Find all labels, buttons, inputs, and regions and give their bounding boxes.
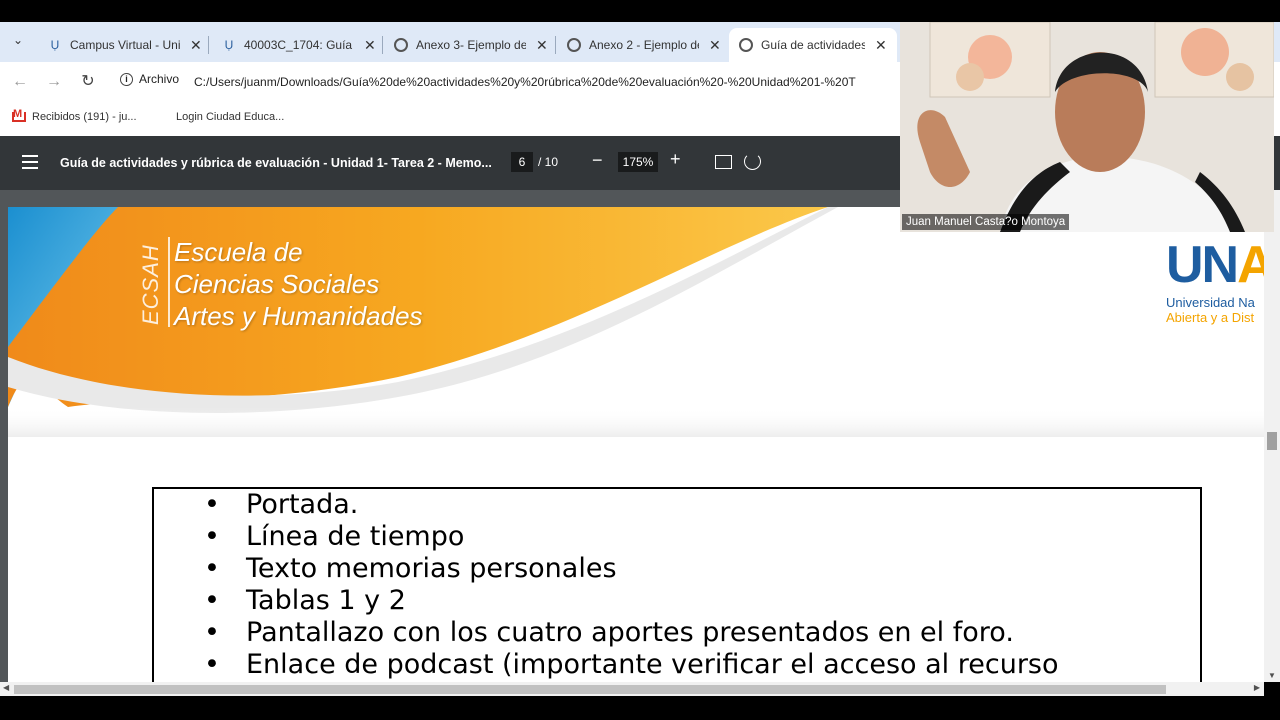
list-item: Tablas 1 y 2 (204, 585, 1059, 617)
tab-title: Guía de actividades y (761, 38, 865, 52)
unad-logo: UNA Universidad Na Abierta y a Dist (1166, 235, 1264, 325)
globe-icon (739, 38, 753, 52)
list-item: Pantallazo con los cuatro aportes presen… (204, 617, 1059, 649)
unad-favicon-icon: Ụ (224, 38, 234, 52)
globe-icon (394, 38, 408, 52)
zoom-level-input[interactable]: 175% (618, 152, 658, 172)
page-total: / 10 (538, 155, 559, 169)
banner-line-3: Artes y Humanidades (174, 301, 423, 331)
fit-to-page-icon[interactable] (715, 155, 732, 169)
horizontal-scroll-thumb[interactable] (14, 685, 1166, 694)
pdf-title: Guía de actividades y rúbrica de evaluac… (60, 156, 492, 170)
banner-line-1: Escuela de (174, 237, 303, 267)
vertical-scrollbar[interactable]: ▼ (1264, 190, 1280, 682)
tab-title: Campus Virtual - Uni (70, 38, 180, 52)
tab-guia-actividades[interactable]: Guía de actividades y ✕ (729, 28, 897, 62)
banner-line-2: Ciencias Sociales (174, 269, 380, 299)
rotate-icon[interactable] (744, 153, 761, 170)
page-number-input[interactable]: 6 (511, 152, 533, 172)
unad-logo-subtitle-1: Universidad Na (1166, 295, 1255, 310)
back-arrow-icon[interactable]: ← (10, 72, 30, 92)
list-item: Línea de tiempo (204, 521, 1059, 553)
unad-logo-subtitle-2: Abierta y a Dist (1166, 310, 1255, 325)
deliverables-list: Portada. Línea de tiempo Texto memorias … (204, 489, 1059, 681)
unad-favicon-icon: Ụ (50, 38, 60, 52)
address-bar[interactable]: C:/Users/juanm/Downloads/Guía%20de%20act… (194, 75, 900, 89)
tab-separator (208, 36, 209, 54)
tab-campus-virtual[interactable]: Ụ Campus Virtual - Uni ✕ (38, 28, 212, 62)
bookmark-label: Recibidos (191) - ju... (32, 111, 137, 123)
reload-icon[interactable]: ↻ (78, 72, 98, 92)
unad-logo-letters: UNA (1166, 235, 1264, 295)
deliverables-box: Portada. Línea de tiempo Texto memorias … (152, 487, 1202, 682)
scroll-down-arrow-icon[interactable]: ▼ (1268, 671, 1276, 680)
close-tab-icon[interactable]: ✕ (875, 37, 887, 54)
bookmark-login-ciudad-educa[interactable]: Login Ciudad Educa... (176, 111, 284, 123)
list-item: Texto memorias personales (204, 553, 1059, 585)
unad-logo-accent-letter: A (1237, 236, 1264, 294)
close-tab-icon[interactable]: ✕ (190, 37, 202, 54)
webcam-feed (900, 22, 1274, 232)
site-info-label: Archivo (139, 72, 180, 86)
horizontal-scrollbar[interactable]: ◀ ▶ (0, 682, 1264, 696)
close-tab-icon[interactable]: ✕ (364, 37, 376, 54)
ecsah-vertical-text: ECSAH (138, 244, 164, 325)
pdf-page: ECSAH Escuela de Ciencias Sociales Artes… (8, 207, 1264, 682)
bookmark-label: Login Ciudad Educa... (176, 111, 285, 123)
vertical-scroll-thumb[interactable] (1267, 432, 1277, 450)
tab-title: Anexo 3- Ejemplo de (416, 38, 526, 52)
tab-search-chevron-icon[interactable]: ⌄ (8, 33, 28, 51)
scroll-right-arrow-icon[interactable]: ▶ (1254, 683, 1260, 692)
bookmark-gmail[interactable]: Recibidos (191) - ju... (12, 108, 137, 123)
info-icon: i (120, 72, 133, 86)
tab-40003c[interactable]: Ụ 40003C_1704: Guía d ✕ (212, 28, 386, 62)
zoom-out-icon[interactable]: − (592, 150, 603, 171)
tab-title: 40003C_1704: Guía d (244, 38, 354, 52)
screen: ⌄ Ụ Campus Virtual - Uni ✕ Ụ 40003C_1704… (0, 0, 1280, 720)
site-info-button[interactable]: i Archivo (120, 72, 179, 86)
close-tab-icon[interactable]: ✕ (709, 37, 721, 54)
banner-divider (168, 237, 170, 327)
zoom-in-icon[interactable]: + (670, 149, 681, 170)
scroll-left-arrow-icon[interactable]: ◀ (3, 683, 9, 692)
globe-icon (567, 38, 581, 52)
forward-arrow-icon[interactable]: → (44, 72, 64, 92)
tab-anexo-3[interactable]: Anexo 3- Ejemplo de ✕ (384, 28, 558, 62)
tab-separator (555, 36, 556, 54)
list-item: Enlace de podcast (importante verificar … (204, 649, 1059, 681)
tab-title: Anexo 2 - Ejemplo de (589, 38, 699, 52)
tab-separator (382, 36, 383, 54)
menu-icon[interactable] (22, 155, 38, 169)
close-tab-icon[interactable]: ✕ (536, 37, 548, 54)
list-item: Portada. (204, 489, 1059, 521)
tab-anexo-2[interactable]: Anexo 2 - Ejemplo de ✕ (557, 28, 731, 62)
webcam-video: Juan Manuel Casta?o Montoya (900, 22, 1274, 232)
participant-name-label: Juan Manuel Casta?o Montoya (902, 214, 1070, 230)
gmail-icon (12, 108, 26, 122)
